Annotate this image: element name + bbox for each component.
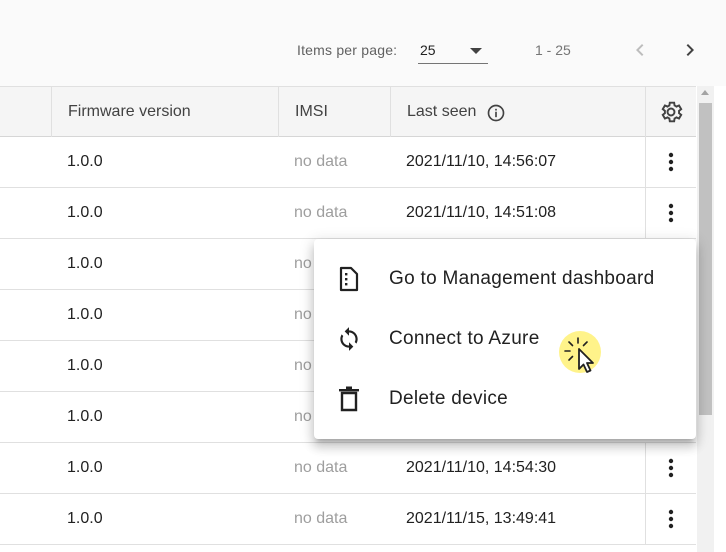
menu-item-label: Go to Management dashboard [389, 268, 655, 289]
firmware-cell: 1.0.0 [67, 204, 103, 221]
items-per-page-value: 25 [420, 42, 436, 58]
delete-icon [336, 386, 362, 412]
firmware-cell: 1.0.0 [67, 306, 103, 323]
menu-item-connect-azure[interactable]: Connect to Azure [314, 309, 696, 369]
more-vert-icon[interactable] [659, 456, 683, 480]
table-row[interactable]: 1.0.0 no data 2021/11/10, 14:51:08 [0, 188, 696, 239]
column-header-imsi[interactable]: IMSI [278, 87, 390, 137]
paginator: Items per page: 25 1 - 25 [0, 0, 726, 86]
firmware-cell: 1.0.0 [67, 357, 103, 374]
scroll-up-arrow-icon[interactable] [701, 90, 709, 95]
chevron-right-icon [686, 44, 694, 56]
column-header-firmware[interactable]: Firmware version [51, 87, 278, 137]
next-page-button[interactable] [676, 36, 704, 64]
imsi-cell: no data [294, 459, 348, 476]
table-row[interactable]: 1.0.0 no data 2021/11/10, 14:56:07 [0, 137, 696, 188]
more-vert-icon[interactable] [659, 507, 683, 531]
table-row[interactable]: 1.0.0 no data 2021/11/10, 14:54:30 [0, 443, 696, 494]
table-header: Firmware version IMSI Last seen [0, 86, 696, 137]
column-header-last-seen[interactable]: Last seen [390, 87, 645, 137]
more-vert-icon[interactable] [659, 201, 683, 225]
imsi-cell: no [294, 408, 312, 425]
more-vert-icon[interactable] [659, 150, 683, 174]
firmware-cell: 1.0.0 [67, 408, 103, 425]
last-seen-cell: 2021/11/15, 13:49:41 [406, 510, 557, 527]
info-icon[interactable] [486, 102, 506, 122]
imsi-cell: no data [294, 204, 348, 221]
dropdown-arrow-icon [470, 48, 482, 54]
imsi-cell: no data [294, 510, 348, 527]
firmware-cell: 1.0.0 [67, 153, 103, 170]
imsi-cell: no [294, 357, 312, 374]
firmware-cell: 1.0.0 [67, 255, 103, 272]
previous-page-button[interactable] [626, 36, 654, 64]
imsi-cell: no [294, 255, 312, 272]
menu-item-label: Connect to Azure [389, 328, 540, 349]
last-seen-cell: 2021/11/10, 14:54:30 [406, 459, 557, 476]
menu-item-label: Delete device [389, 388, 509, 409]
scrollbar-thumb[interactable] [699, 103, 712, 415]
mouse-cursor-icon [558, 330, 606, 378]
last-seen-cell: 2021/11/10, 14:56:07 [406, 153, 557, 170]
row-context-menu: Go to Management dashboard Connect to Az… [314, 239, 696, 439]
sync-icon [336, 326, 362, 352]
page-range-label: 1 - 25 [535, 42, 571, 58]
imsi-cell: no data [294, 153, 348, 170]
items-per-page-select[interactable]: 25 [418, 38, 488, 64]
table-row[interactable]: 1.0.0 no data 2021/11/15, 13:49:41 [0, 494, 696, 545]
firmware-cell: 1.0.0 [67, 510, 103, 527]
imsi-cell: no [294, 306, 312, 323]
last-seen-cell: 2021/11/10, 14:51:08 [406, 204, 557, 221]
dashboard-icon [336, 266, 362, 292]
chevron-left-icon [636, 44, 644, 56]
firmware-cell: 1.0.0 [67, 459, 103, 476]
menu-item-delete-device[interactable]: Delete device [314, 369, 696, 429]
gear-icon [661, 101, 683, 123]
column-settings-button[interactable] [645, 87, 696, 137]
items-per-page-label: Items per page: [297, 42, 398, 58]
menu-item-management-dashboard[interactable]: Go to Management dashboard [314, 249, 696, 309]
vertical-scrollbar[interactable] [697, 86, 714, 552]
